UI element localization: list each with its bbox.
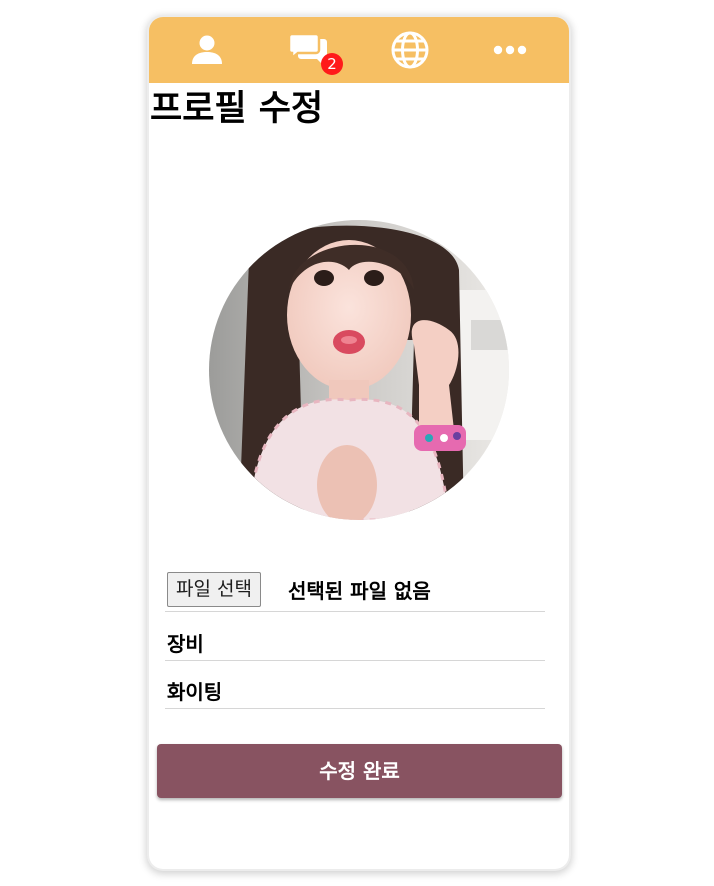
nav-globe-button[interactable] <box>385 25 435 75</box>
intro-input[interactable] <box>167 676 537 704</box>
globe-icon <box>390 30 430 70</box>
page-title: 프로필 수정 <box>150 89 324 129</box>
profile-avatar <box>209 220 509 520</box>
submit-button[interactable]: 수정 완료 <box>157 744 562 798</box>
name-input[interactable] <box>167 628 537 656</box>
intro-field <box>165 666 545 709</box>
nav-more-button[interactable] <box>485 25 535 75</box>
person-icon <box>190 33 224 67</box>
more-icon <box>493 44 527 56</box>
photo-file-input: 파일 선택 선택된 파일 없음 <box>165 570 545 612</box>
name-field <box>165 618 545 661</box>
phone-frame: 2 프로필 수정 파일 선택 선택된 파일 없음 장비 화이팅 수정 완료 <box>149 17 569 869</box>
nav-profile-button[interactable] <box>182 25 232 75</box>
file-status-text: 선택된 파일 없음 <box>288 579 431 603</box>
profile-photo <box>209 220 509 520</box>
unread-badge: 2 <box>321 53 343 75</box>
choose-file-button[interactable]: 파일 선택 <box>167 572 261 607</box>
top-nav-bar: 2 <box>149 17 569 83</box>
